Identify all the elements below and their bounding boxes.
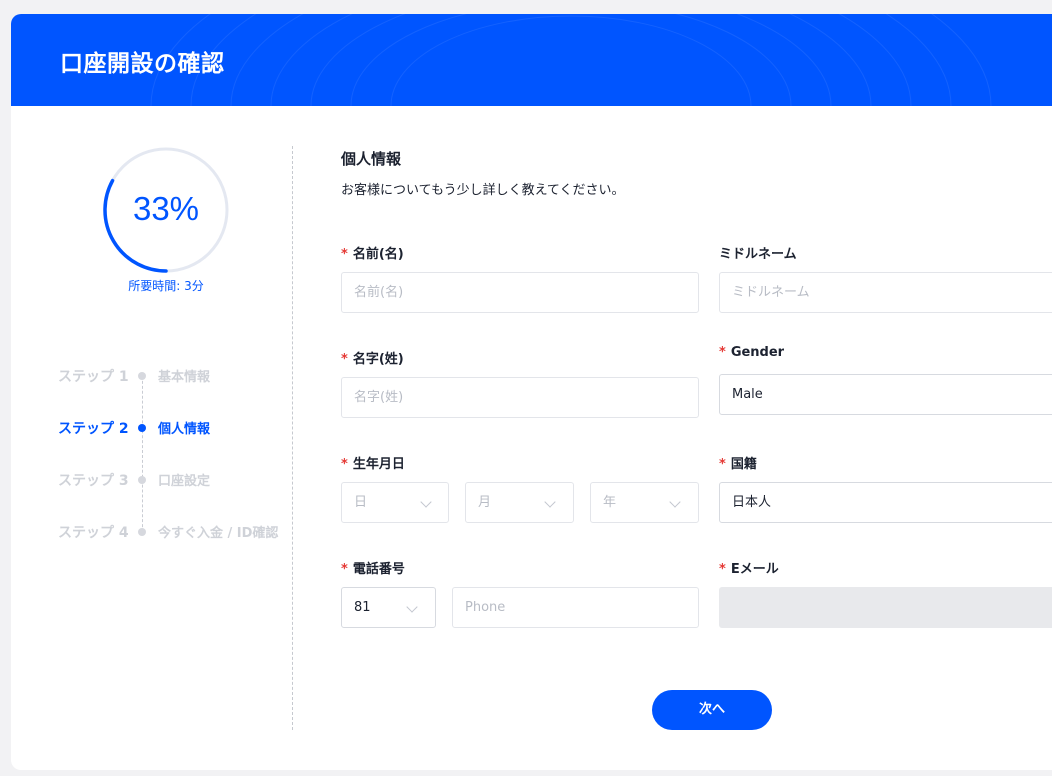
- required-mark: *: [341, 457, 348, 472]
- first-name-label: * 名前(名): [341, 243, 404, 262]
- step-name: 今すぐ入金 / ID確認: [158, 526, 279, 541]
- step-number: ステップ 3: [58, 473, 129, 489]
- estimated-time: 所要時間: 3分: [128, 279, 204, 293]
- step-name: 口座設定: [158, 474, 211, 489]
- birth-month-placeholder: 月: [478, 495, 492, 510]
- step-number: ステップ 2: [58, 421, 129, 437]
- first-name-input[interactable]: [341, 272, 699, 313]
- last-name-input[interactable]: [341, 377, 699, 418]
- chevron-down-icon: [420, 496, 432, 508]
- birth-day-select[interactable]: 日: [341, 482, 449, 523]
- gender-label: * Gender: [719, 345, 784, 360]
- last-name-label: * 名字(姓): [341, 348, 404, 367]
- chevron-down-icon: [669, 496, 681, 508]
- phone-input[interactable]: [452, 587, 699, 628]
- phone-country-code: 81: [354, 600, 371, 615]
- header-banner: 口座開設の確認: [11, 14, 1052, 106]
- step-name: 基本情報: [158, 370, 211, 385]
- middle-name-input[interactable]: [719, 272, 1052, 313]
- birth-month-select[interactable]: 月: [465, 482, 574, 523]
- step-dot: [138, 372, 146, 380]
- birth-year-placeholder: 年: [603, 495, 617, 510]
- step-number: ステップ 4: [58, 525, 129, 541]
- email-label-text: Eメール: [730, 562, 779, 577]
- gender-label-text: Gender: [730, 345, 785, 360]
- gender-value: Male: [732, 387, 763, 402]
- column-divider: [292, 146, 293, 730]
- first-name-label-text: 名前(名): [352, 247, 404, 262]
- required-mark: *: [719, 345, 726, 360]
- last-name-label-text: 名字(姓): [352, 352, 404, 367]
- step-name: 個人情報: [158, 422, 211, 437]
- required-mark: *: [719, 457, 726, 472]
- steps-connector: [142, 376, 143, 532]
- phone-label-text: 電話番号: [352, 562, 405, 577]
- required-mark: *: [341, 247, 348, 262]
- birthdate-label-text: 生年月日: [352, 457, 405, 472]
- page-title: 口座開設の確認: [60, 51, 225, 77]
- nationality-select[interactable]: 日本人: [719, 482, 1052, 523]
- phone-label: * 電話番号: [341, 558, 405, 577]
- phone-country-code-select[interactable]: 81: [341, 587, 436, 628]
- section-subtitle: お客様についてもう少し詳しく教えてください。: [341, 183, 625, 198]
- birth-year-select[interactable]: 年: [590, 482, 699, 523]
- next-button[interactable]: 次へ: [652, 690, 772, 730]
- chevron-down-icon: [406, 601, 418, 613]
- email-label: * Eメール: [719, 558, 779, 577]
- birth-day-placeholder: 日: [354, 495, 368, 510]
- nationality-value: 日本人: [732, 495, 772, 510]
- progress-percent: 33%: [132, 190, 200, 227]
- section-title: 個人情報: [341, 150, 402, 168]
- birthdate-label: * 生年月日: [341, 453, 405, 472]
- middle-name-label: ミドルネーム: [719, 247, 797, 262]
- email-field-disabled: [719, 587, 1052, 628]
- required-mark: *: [719, 562, 726, 577]
- gender-select[interactable]: Male: [719, 374, 1052, 415]
- step-dot: [138, 424, 146, 432]
- step-number: ステップ 1: [58, 369, 129, 385]
- required-mark: *: [341, 562, 348, 577]
- step-dot: [138, 476, 146, 484]
- chevron-down-icon: [544, 496, 556, 508]
- nationality-label-text: 国籍: [730, 457, 757, 472]
- onboarding-card: 口座開設の確認 33% 所要時間: 3分 ステップ 1 基本情報ステップ 2 個人情…: [11, 14, 1052, 770]
- required-mark: *: [341, 352, 348, 367]
- step-dot: [138, 528, 146, 536]
- nationality-label: * 国籍: [719, 453, 757, 472]
